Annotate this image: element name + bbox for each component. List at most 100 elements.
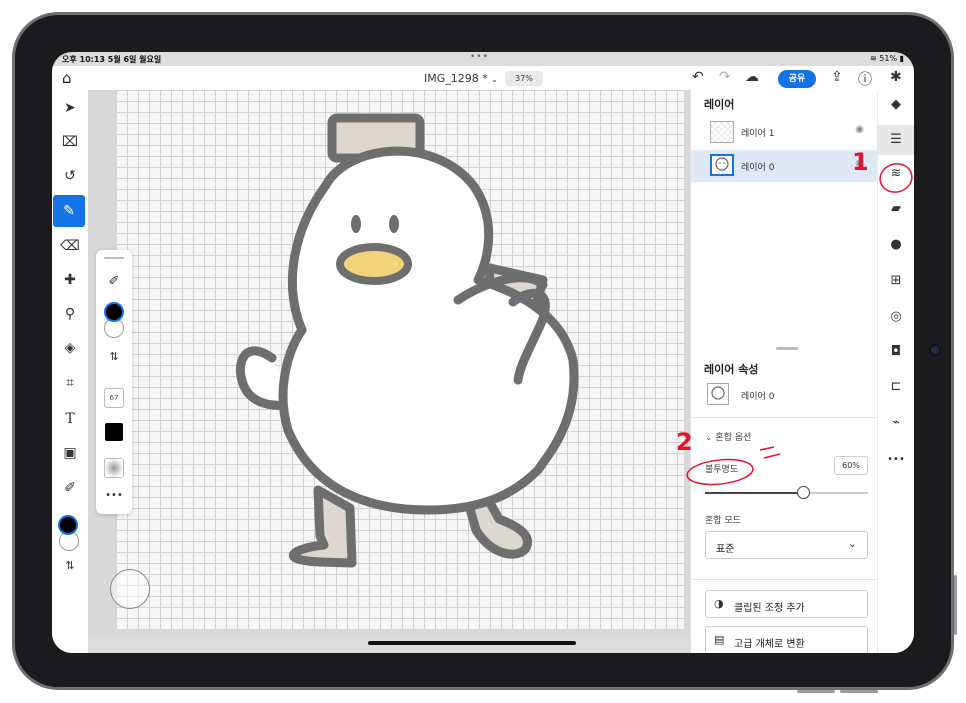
battery-percent: 51% — [879, 54, 898, 63]
duck-artwork — [236, 113, 579, 568]
battery-icon: ▮ — [899, 54, 904, 63]
blend-mode-label: 혼합 모드 — [705, 516, 741, 526]
palette-more-icon[interactable]: ••• — [96, 490, 132, 501]
brush-softness-swatch[interactable] — [104, 458, 124, 478]
touch-shortcut[interactable] — [110, 569, 150, 609]
help-icon[interactable]: ⓘ — [858, 69, 872, 89]
home-icon[interactable]: ⌂ — [62, 69, 72, 87]
palette-drag-handle[interactable] — [104, 257, 124, 259]
divider — [691, 579, 878, 580]
blend-options-label: 혼합 옵션 — [715, 433, 752, 443]
half-circle-icon: ◑ — [714, 597, 724, 610]
status-time: 오후 10:13 5월 6일 월요일 — [62, 55, 162, 64]
document-title[interactable]: IMG_1298 * ⌄ — [424, 72, 498, 85]
layer-thumbnail — [710, 154, 734, 176]
canvas-area[interactable] — [88, 90, 690, 636]
type-tool-icon[interactable]: T — [52, 403, 88, 435]
layer-row[interactable]: 레이어 1 ◉ — [691, 117, 878, 147]
transform-tool-icon[interactable]: ⌧ — [52, 126, 88, 158]
convert-smart-object-label: 고급 개체로 변환 — [734, 639, 805, 650]
eye-icon[interactable]: ◉ — [855, 124, 864, 135]
add-clipped-adjustment-button[interactable]: ◑ 클립된 조정 추가 — [705, 590, 868, 618]
opacity-slider-fill — [705, 492, 803, 494]
panel-drag-handle[interactable] — [776, 347, 798, 350]
right-rail: ◆ ☰ ≋ ▰ ● ⊞ ◎ ◘ ⊏ ⌁ ••• — [877, 90, 914, 653]
layer-properties-icon[interactable]: ☰ — [878, 125, 914, 155]
annotation-step-2: 2 — [676, 428, 693, 456]
merge-icon[interactable]: ⊏ — [878, 372, 914, 402]
layer-name: 레이어 1 — [741, 129, 775, 139]
layers-panel-title: 레이어 — [704, 98, 735, 111]
mask-icon[interactable]: ◘ — [878, 337, 914, 367]
opacity-label: 불투명도 — [705, 465, 739, 475]
layer-row-selected[interactable]: 레이어 0 ◉ — [691, 150, 878, 182]
properties-layer-name: 레이어 0 — [741, 392, 775, 402]
annotation-step-1: 1 — [852, 148, 869, 176]
app-screen: 오후 10:13 5월 6일 월요일 ••• ≋ 51% ▮ ⌂ IMG_129… — [52, 52, 914, 653]
multitask-dots[interactable]: ••• — [470, 52, 489, 62]
healing-tool-icon[interactable]: ✚ — [52, 264, 88, 296]
eraser-tool-icon[interactable]: ⌫ — [52, 230, 88, 262]
clone-tool-icon[interactable]: ⚲ — [52, 298, 88, 330]
brush-size-field[interactable]: 67 — [104, 388, 124, 408]
wifi-icon: ≋ — [870, 54, 877, 63]
blend-options-toggle[interactable]: ⌄ 혼합 옵션 — [705, 430, 751, 443]
redo-icon[interactable]: ↷ — [719, 69, 731, 85]
layer-name: 레이어 0 — [741, 163, 775, 173]
fill-tool-icon[interactable]: ◈ — [52, 332, 88, 364]
comments-icon[interactable]: ▰ — [878, 194, 914, 224]
cloud-icon[interactable]: ☁ — [745, 69, 759, 85]
share-button[interactable]: 공유 — [778, 70, 816, 88]
adjustments-icon[interactable]: ≋ — [878, 159, 914, 189]
export-icon[interactable]: ⇪ — [831, 69, 843, 85]
layer-properties-title: 레이어 속성 — [704, 363, 759, 376]
smart-object-icon: ▤ — [714, 633, 725, 646]
settings-icon[interactable]: ✱ — [890, 69, 902, 85]
palette-foreground-swatch[interactable] — [104, 302, 124, 322]
brush-palette: ✐ ⇅ 67 ••• — [96, 250, 132, 514]
opacity-slider-knob[interactable] — [796, 486, 810, 499]
foreground-color-swatch[interactable] — [58, 515, 78, 535]
top-bar: ⌂ IMG_1298 * ⌄ 37% ↶ ↷ ☁ 공유 ⇪ ⓘ ✱ — [52, 66, 914, 90]
left-toolbar: ➤ ⌧ ↺ ✎ ⌫ ✚ ⚲ ◈ ⌗ T ▣ ✐ ⇅ — [52, 90, 88, 653]
layer-thumbnail — [710, 121, 734, 143]
undo-icon[interactable]: ↶ — [692, 69, 704, 85]
top-button — [797, 690, 835, 693]
opacity-slider[interactable] — [705, 486, 868, 499]
properties-layer-thumbnail — [707, 383, 729, 405]
swap-icon[interactable]: ⇅ — [96, 350, 132, 363]
brush-tool-icon[interactable]: ✎ — [53, 195, 85, 227]
top-button-2 — [840, 690, 878, 693]
home-indicator[interactable] — [368, 641, 576, 645]
eyedropper-tool-icon[interactable]: ✐ — [52, 472, 88, 504]
chevron-down-icon: ⌄ — [705, 433, 713, 443]
visibility-icon[interactable]: ◎ — [878, 302, 914, 332]
more-icon[interactable]: ••• — [878, 445, 914, 475]
front-camera — [929, 344, 941, 356]
crop-tool-icon[interactable]: ⌗ — [52, 367, 88, 399]
lasso-tool-icon[interactable]: ↺ — [52, 160, 88, 192]
document-title-text: IMG_1298 * — [424, 72, 488, 85]
add-layer-icon[interactable]: ⊞ — [878, 266, 914, 296]
blend-mode-select[interactable]: 표준 ⌄ — [705, 531, 868, 559]
brush-color-swatch[interactable] — [105, 423, 123, 441]
clear-icon[interactable]: ⌁ — [878, 408, 914, 438]
layers-panel: 레이어 레이어 1 ◉ 레이어 0 ◉ 레이어 속성 레이어 0 ⌄ 혼합 옵션… — [690, 90, 878, 653]
select-tool-icon[interactable]: ➤ — [52, 92, 88, 124]
place-image-icon[interactable]: ▣ — [52, 437, 88, 469]
eyedropper-icon[interactable]: ✐ — [96, 274, 132, 289]
chevron-down-icon: ⌄ — [847, 537, 857, 550]
chevron-down-icon: ⌄ — [491, 75, 498, 84]
status-bar: 오후 10:13 5월 6일 월요일 ••• ≋ 51% ▮ — [52, 52, 914, 67]
swap-colors-icon[interactable]: ⇅ — [52, 550, 88, 582]
divider — [691, 417, 878, 418]
opacity-input[interactable]: 60% — [834, 456, 868, 475]
layers-icon[interactable]: ◆ — [878, 90, 914, 120]
zoom-level[interactable]: 37% — [505, 71, 543, 86]
volume-button — [954, 575, 957, 635]
blend-mode-value: 표준 — [716, 544, 735, 555]
convert-smart-object-button[interactable]: ▤ 고급 개체로 변환 — [705, 626, 868, 653]
battery-indicator: ≋ 51% ▮ — [870, 54, 904, 63]
info-icon[interactable]: ● — [878, 230, 914, 260]
add-clipped-adjustment-label: 클립된 조정 추가 — [734, 603, 805, 614]
